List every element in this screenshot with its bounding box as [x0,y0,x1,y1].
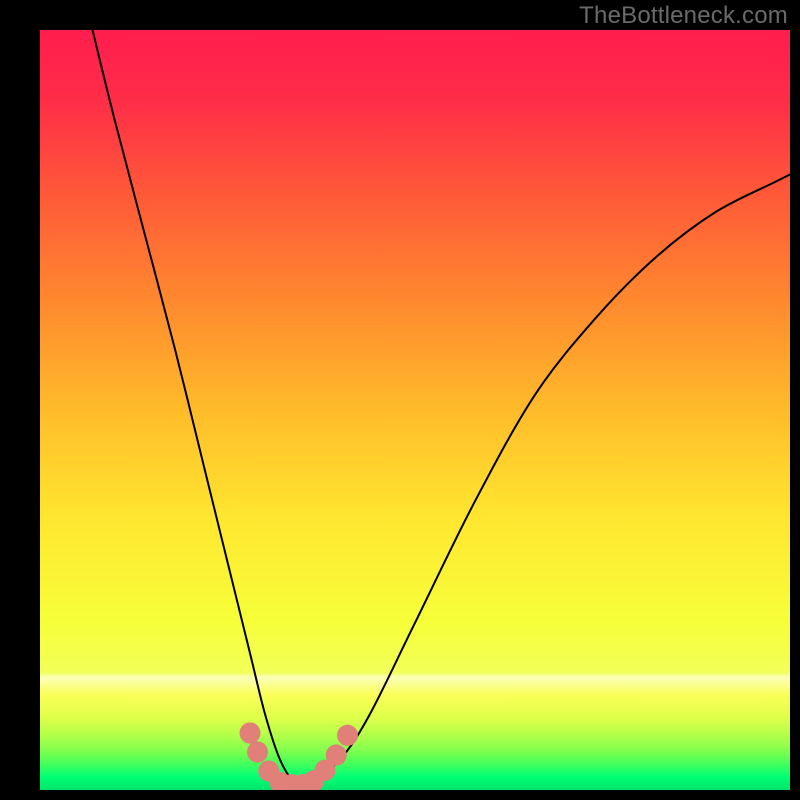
chart-svg [40,30,790,790]
highlight-dot [240,722,261,743]
highlight-dots [240,722,358,790]
chart-frame: TheBottleneck.com [0,0,800,800]
watermark-text: TheBottleneck.com [579,2,788,30]
plot-area [40,30,790,790]
highlight-dot [247,741,268,762]
highlight-dot [326,744,347,765]
highlight-dot [337,725,358,746]
bottleneck-curve [93,30,791,785]
